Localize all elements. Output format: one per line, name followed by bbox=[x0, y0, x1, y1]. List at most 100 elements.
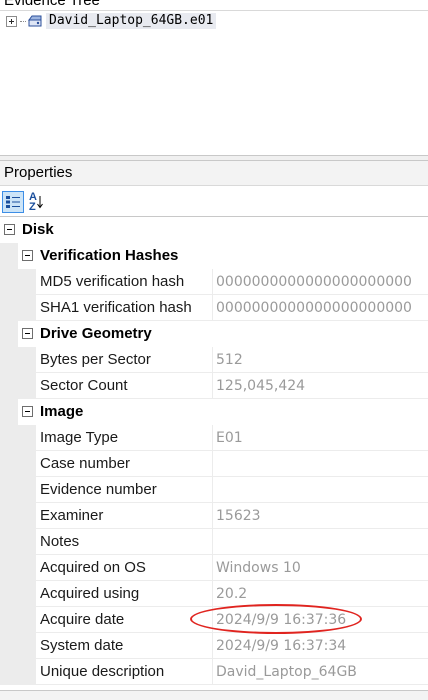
collapse-minus-icon[interactable] bbox=[4, 224, 15, 235]
row-gutter bbox=[0, 425, 18, 451]
property-row-acquire-date[interactable]: Acquire date 2024/9/9 16:37:36 bbox=[0, 607, 428, 633]
row-gutter bbox=[0, 659, 18, 685]
property-value[interactable]: David_Laptop_64GB bbox=[216, 659, 428, 685]
row-indent bbox=[18, 295, 36, 321]
category-row-drive-geometry[interactable]: Drive Geometry bbox=[0, 321, 428, 347]
property-value[interactable]: 2024/9/9 16:37:34 bbox=[216, 633, 428, 659]
property-row[interactable]: Image Type E01 bbox=[0, 425, 428, 451]
disk-image-icon bbox=[28, 15, 42, 27]
row-indent bbox=[18, 529, 36, 555]
category-label: Verification Hashes bbox=[40, 247, 179, 264]
category-row-image[interactable]: Image bbox=[0, 399, 428, 425]
row-gutter bbox=[0, 347, 18, 373]
row-indent bbox=[18, 477, 36, 503]
column-divider bbox=[212, 607, 213, 633]
row-gutter bbox=[0, 373, 18, 399]
row-indent bbox=[18, 607, 36, 633]
properties-toolbar: A Z bbox=[0, 189, 428, 215]
property-value[interactable]: 125,045,424 bbox=[216, 373, 428, 399]
tree-connector bbox=[20, 20, 26, 22]
property-name: Acquire date bbox=[40, 611, 125, 628]
row-indent bbox=[18, 633, 36, 659]
category-label: Drive Geometry bbox=[40, 325, 152, 342]
property-value[interactable]: 512 bbox=[216, 347, 428, 373]
property-row[interactable]: Evidence number bbox=[0, 477, 428, 503]
column-divider bbox=[212, 451, 213, 477]
category-row-disk[interactable]: Disk bbox=[0, 217, 428, 243]
property-row[interactable]: Unique description David_Laptop_64GB bbox=[0, 659, 428, 685]
property-value[interactable]: 0000000000000000000000 bbox=[216, 269, 428, 295]
row-gutter bbox=[0, 295, 18, 321]
column-divider bbox=[212, 477, 213, 503]
category-label: Disk bbox=[22, 221, 54, 238]
row-gutter bbox=[0, 555, 18, 581]
column-divider bbox=[212, 633, 213, 659]
property-value[interactable]: E01 bbox=[216, 425, 428, 451]
evidence-tree-title-divider bbox=[0, 10, 428, 11]
column-divider bbox=[212, 503, 213, 529]
expand-plus-icon[interactable] bbox=[6, 15, 17, 27]
property-value[interactable]: 0000000000000000000000 bbox=[216, 295, 428, 321]
evidence-tree-pane: Evidence Tree David_Laptop_64GB.e01 bbox=[0, 0, 428, 156]
property-name: Evidence number bbox=[40, 481, 157, 498]
row-indent bbox=[18, 425, 36, 451]
property-name: Sector Count bbox=[40, 377, 128, 394]
row-gutter bbox=[0, 581, 18, 607]
row-indent bbox=[18, 581, 36, 607]
property-row[interactable]: Bytes per Sector 512 bbox=[0, 347, 428, 373]
property-row[interactable]: MD5 verification hash 000000000000000000… bbox=[0, 269, 428, 295]
row-gutter bbox=[0, 269, 18, 295]
property-row[interactable]: Sector Count 125,045,424 bbox=[0, 373, 428, 399]
categorized-view-button[interactable] bbox=[2, 191, 24, 213]
evidence-tree-title: Evidence Tree bbox=[4, 0, 100, 9]
collapse-minus-icon[interactable] bbox=[22, 406, 33, 417]
row-gutter bbox=[0, 633, 18, 659]
tree-item-label[interactable]: David_Laptop_64GB.e01 bbox=[46, 13, 217, 29]
property-row[interactable]: Notes bbox=[0, 529, 428, 555]
property-value[interactable]: 20.2 bbox=[216, 581, 428, 607]
property-row[interactable]: Acquired using 20.2 bbox=[0, 581, 428, 607]
property-row[interactable]: SHA1 verification hash 00000000000000000… bbox=[0, 295, 428, 321]
row-indent bbox=[18, 269, 36, 295]
property-name: Bytes per Sector bbox=[40, 351, 151, 368]
sort-alphabetical-button[interactable]: A Z bbox=[25, 191, 47, 213]
property-row[interactable]: System date 2024/9/9 16:37:34 bbox=[0, 633, 428, 659]
row-indent bbox=[18, 373, 36, 399]
row-gutter bbox=[0, 477, 18, 503]
column-divider bbox=[212, 347, 213, 373]
property-name: Examiner bbox=[40, 507, 104, 524]
property-row[interactable]: Examiner 15623 bbox=[0, 503, 428, 529]
row-gutter bbox=[0, 451, 18, 477]
properties-footer bbox=[0, 690, 428, 700]
sort-down-arrow-icon bbox=[37, 196, 43, 209]
column-divider bbox=[212, 425, 213, 451]
row-gutter bbox=[0, 321, 18, 347]
column-divider bbox=[212, 659, 213, 685]
property-row[interactable]: Case number bbox=[0, 451, 428, 477]
property-name: Image Type bbox=[40, 429, 119, 446]
property-row[interactable]: Acquired on OS Windows 10 bbox=[0, 555, 428, 581]
sort-z-letter: Z bbox=[29, 201, 36, 213]
row-gutter bbox=[0, 529, 18, 555]
column-divider bbox=[212, 529, 213, 555]
category-row-verification-hashes[interactable]: Verification Hashes bbox=[0, 243, 428, 269]
row-gutter bbox=[0, 399, 18, 425]
category-label: Image bbox=[40, 403, 84, 420]
property-value[interactable]: Windows 10 bbox=[216, 555, 428, 581]
property-name: Acquired on OS bbox=[40, 559, 146, 576]
collapse-minus-icon[interactable] bbox=[22, 328, 33, 339]
properties-title: Properties bbox=[0, 160, 428, 186]
property-value[interactable]: 15623 bbox=[216, 503, 428, 529]
collapse-minus-icon[interactable] bbox=[22, 250, 33, 261]
property-name: MD5 verification hash bbox=[40, 273, 185, 290]
row-indent bbox=[18, 555, 36, 581]
row-gutter bbox=[0, 607, 18, 633]
sort-alphabetical-icon: A Z bbox=[29, 192, 43, 213]
row-indent bbox=[18, 503, 36, 529]
property-name: Acquired using bbox=[40, 585, 140, 602]
row-gutter bbox=[0, 503, 18, 529]
tree-item-evidence[interactable]: David_Laptop_64GB.e01 bbox=[6, 12, 217, 30]
property-grid: Disk Verification Hashes MD5 verificatio… bbox=[0, 216, 428, 690]
property-value[interactable]: 2024/9/9 16:37:36 bbox=[216, 607, 428, 633]
column-divider bbox=[212, 295, 213, 321]
